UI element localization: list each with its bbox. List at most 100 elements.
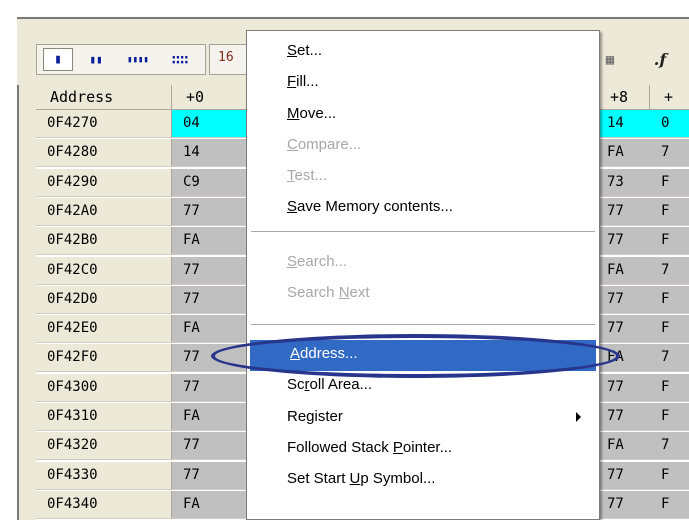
menu-item-label: earch...	[297, 253, 348, 270]
menu-item[interactable]: Set Start Up Symbol...	[247, 465, 599, 496]
byte-cell[interactable]: 14	[172, 139, 252, 168]
menu-item-mnemonic: F	[287, 73, 297, 90]
address-cell: 0F42C0	[36, 256, 172, 285]
menu-item-label: ompare...	[297, 136, 362, 153]
menu-item-label: est...	[294, 167, 328, 184]
menu-item-label: ointer...	[402, 439, 453, 456]
byte-cell[interactable]: F	[650, 197, 689, 226]
menu-item-mnemonic: M	[287, 105, 300, 122]
byte-cell[interactable]: FA	[596, 256, 650, 285]
address-cell: 0F4310	[36, 403, 172, 431]
menu-item-label-prefix: Sc	[287, 376, 305, 393]
byte-cell[interactable]: 77	[596, 315, 650, 344]
menu-item[interactable]: Set...	[247, 37, 599, 68]
menu-item-mnemonic: P	[392, 439, 403, 456]
byte-cell[interactable]: FA	[172, 227, 252, 256]
address-column-header[interactable]: Address	[36, 85, 172, 110]
byte-cell[interactable]: 73	[596, 168, 650, 197]
address-cell: 0F4320	[36, 432, 172, 461]
menu-item-mnemonic: S	[287, 198, 298, 215]
menu-item-mnemonic: C	[287, 136, 298, 153]
menu-item-mnemonic: T	[287, 167, 295, 184]
menu-item-label: oll Area...	[309, 376, 373, 393]
byte-cell[interactable]: FA	[172, 315, 252, 344]
byte-cell[interactable]: 7	[650, 432, 689, 461]
menu-item-mnemonic: S	[287, 253, 298, 270]
byte-cell[interactable]: 77	[172, 285, 252, 314]
byte-cell[interactable]: 77	[596, 461, 650, 490]
menu-item-label: ill...	[296, 73, 319, 90]
byte-cell[interactable]: FA	[172, 490, 252, 519]
byte-cell[interactable]: 77	[596, 490, 650, 519]
annotation-ellipse	[211, 334, 620, 378]
byte-cell[interactable]: F	[650, 315, 689, 344]
address-cell: 0F4330	[36, 461, 172, 490]
float-format-icon[interactable]: .f	[640, 44, 680, 75]
column-header-0[interactable]: +0	[172, 85, 252, 110]
menu-item-label-prefix: Set Start	[287, 470, 350, 487]
byte-cell[interactable]: 14	[596, 110, 650, 138]
address-cell: 0F42E0	[36, 315, 172, 344]
memory-window: ▮ ▮▮ ▮▮▮▮ ∷∷ 16 ▦ .f Address +0 +8 + 0F4…	[0, 0, 689, 520]
display-size-button-group: ▮ ▮▮ ▮▮▮▮ ∷∷	[36, 44, 206, 75]
column-header-8[interactable]: +8	[596, 85, 650, 110]
quad-size-button[interactable]: ∷∷	[165, 48, 195, 71]
byte-cell[interactable]: F	[650, 168, 689, 197]
byte-cell[interactable]: 0	[650, 110, 689, 138]
byte-cell[interactable]: 7	[650, 256, 689, 285]
long-size-button[interactable]: ▮▮▮▮	[123, 48, 153, 71]
menu-separator	[251, 324, 595, 326]
byte-cell[interactable]: 77	[172, 432, 252, 461]
byte-cell[interactable]: F	[650, 461, 689, 490]
byte-cell[interactable]: F	[650, 373, 689, 402]
menu-item-label: ove...	[299, 105, 337, 122]
byte-cell[interactable]: F	[650, 403, 689, 431]
byte-cell[interactable]: 7	[650, 344, 689, 373]
byte-cell[interactable]: 77	[596, 227, 650, 256]
menu-item[interactable]: Test...	[247, 162, 599, 193]
address-cell: 0F4280	[36, 139, 172, 168]
menu-item[interactable]: Search Next	[247, 279, 599, 310]
byte-cell[interactable]: 77	[596, 373, 650, 402]
byte-cell[interactable]: FA	[596, 432, 650, 461]
menu-item[interactable]: Move...	[247, 100, 599, 131]
submenu-arrow-icon	[576, 412, 581, 422]
byte-cell[interactable]: 77	[596, 197, 650, 226]
byte-cell[interactable]: 77	[172, 197, 252, 226]
menu-item-mnemonic: S	[287, 42, 298, 59]
address-cell: 0F4290	[36, 168, 172, 197]
byte-cell[interactable]: FA	[172, 403, 252, 431]
byte-cell[interactable]: FA	[596, 139, 650, 168]
menu-item-label: et...	[297, 42, 323, 59]
address-cell: 0F42F0	[36, 344, 172, 373]
menu-item[interactable]: Fill...	[247, 68, 599, 99]
menu-item-mnemonic: U	[349, 470, 361, 487]
menu-item-mnemonic: N	[338, 284, 350, 301]
byte-cell[interactable]: C9	[172, 168, 252, 197]
menu-item[interactable]: Compare...	[247, 131, 599, 162]
menu-item[interactable]: Search...	[247, 248, 599, 279]
menu-item[interactable]: Register	[247, 403, 599, 434]
address-cell: 0F42B0	[36, 227, 172, 256]
menu-item[interactable]: Save Memory contents...	[247, 193, 599, 224]
address-cell: 0F42A0	[36, 197, 172, 226]
byte-cell[interactable]: F	[650, 490, 689, 519]
byte-cell[interactable]: F	[650, 285, 689, 314]
menu-item-label: Register	[287, 408, 343, 425]
byte-size-button[interactable]: ▮	[43, 48, 73, 71]
byte-cell[interactable]: 77	[172, 256, 252, 285]
byte-cell[interactable]: F	[650, 227, 689, 256]
menu-item-label: p Symbol...	[360, 470, 436, 487]
byte-cell[interactable]: 77	[172, 461, 252, 490]
column-header-9[interactable]: +	[650, 85, 689, 110]
byte-cell[interactable]: 77	[172, 373, 252, 402]
word-size-button[interactable]: ▮▮	[81, 48, 111, 71]
window-top-area	[0, 0, 689, 18]
byte-cell[interactable]: 04	[172, 110, 252, 138]
menu-item[interactable]: Followed Stack Pointer...	[247, 434, 599, 465]
byte-cell[interactable]: 7	[650, 139, 689, 168]
byte-cell[interactable]: 77	[596, 285, 650, 314]
menu-item-label-prefix: Search	[287, 284, 339, 301]
byte-cell[interactable]: 77	[596, 403, 650, 431]
address-cell: 0F42D0	[36, 285, 172, 314]
